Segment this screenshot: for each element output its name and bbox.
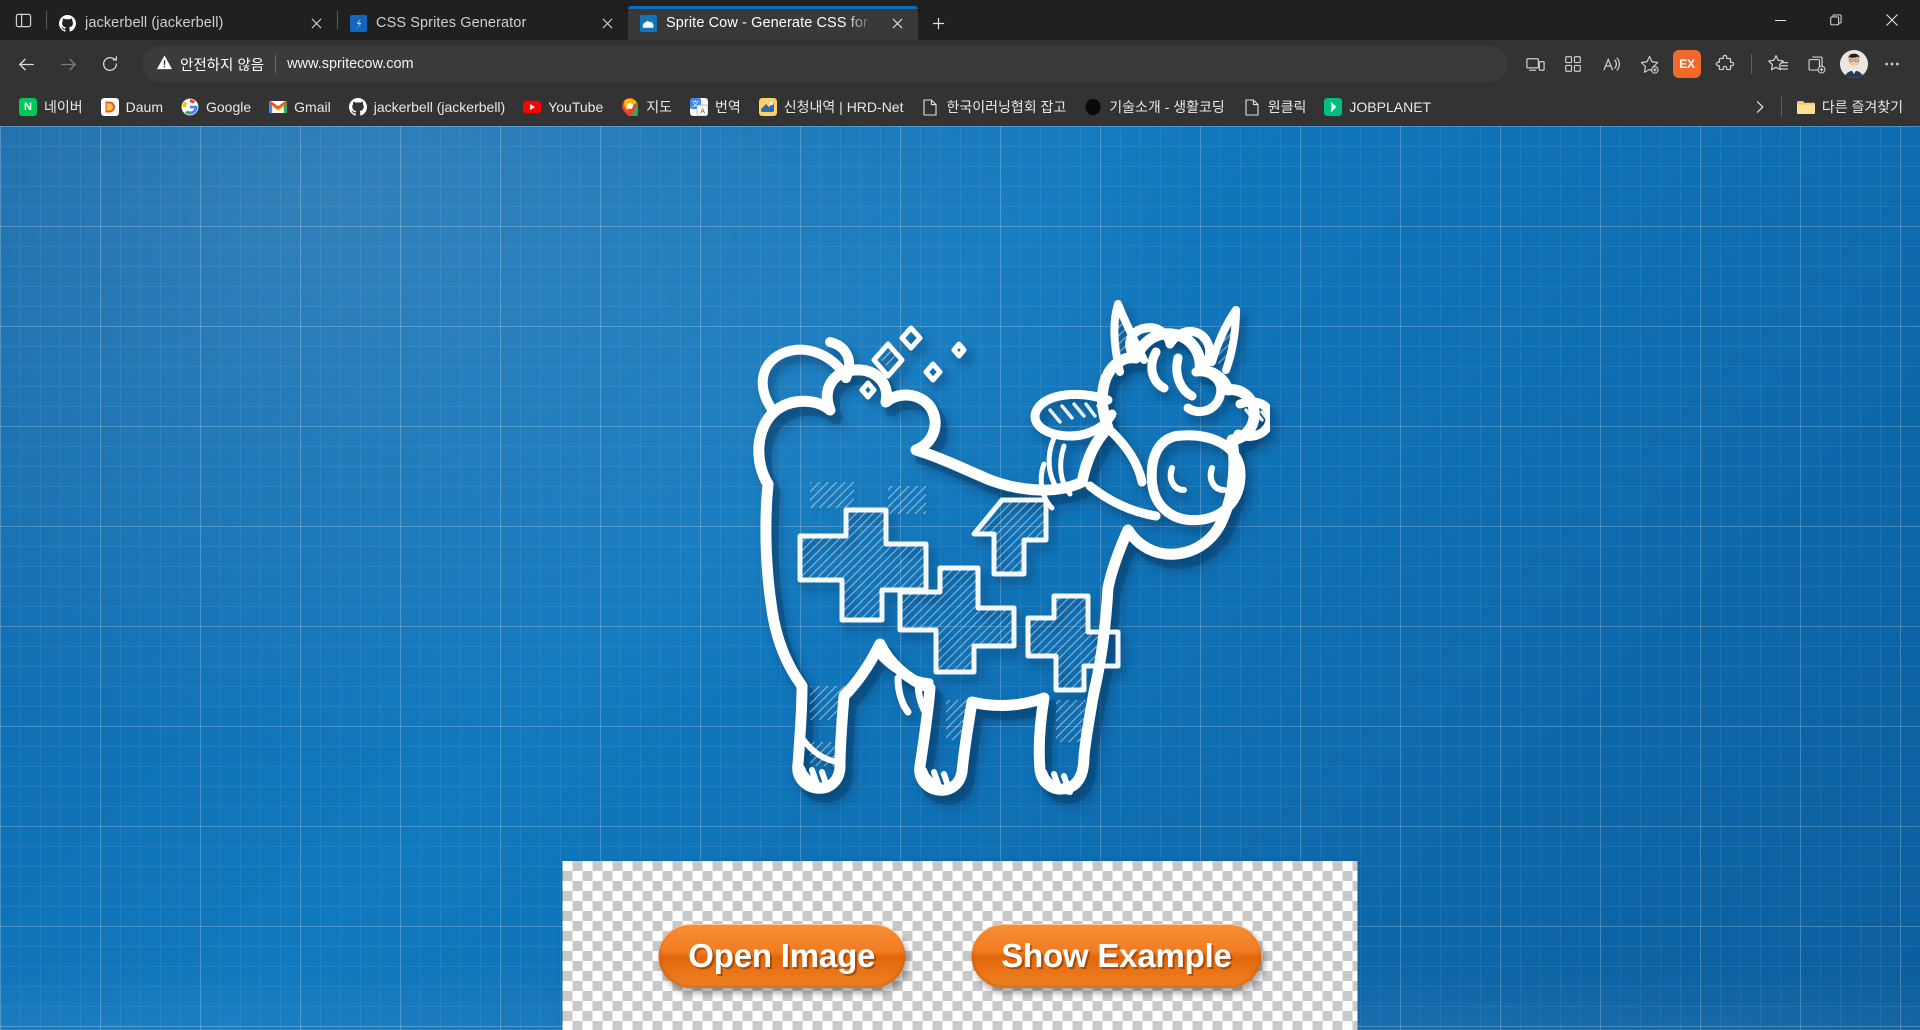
extensions-puzzle-icon[interactable] — [1707, 47, 1743, 81]
tab-title: Sprite Cow - Generate CSS for sp — [666, 15, 875, 31]
bookmark-label: 번역 — [715, 99, 741, 115]
show-example-button[interactable]: Show Example — [971, 924, 1262, 988]
extension-ex-badge[interactable]: EX — [1669, 47, 1705, 81]
bookmark-label: 원클릭 — [1267, 99, 1307, 115]
bookmark-label: YouTube — [548, 99, 604, 115]
gmail-icon — [269, 98, 288, 116]
browser-titlebar: jackerbell (jackerbell) CSS Sprites Gene… — [0, 0, 1920, 40]
browser-tab-2[interactable]: CSS Sprites Generator — [338, 6, 628, 40]
bookmark-label: JOBPLANET — [1349, 99, 1432, 115]
navigation-toolbar: 안전하지 않음 www.spritecow.com EX — [0, 40, 1920, 88]
tab-close-button[interactable] — [594, 10, 620, 36]
youtube-icon — [523, 98, 542, 116]
browser-tab-1[interactable]: jackerbell (jackerbell) — [47, 6, 337, 40]
profile-avatar[interactable] — [1836, 47, 1872, 81]
bookmark-gmail[interactable]: Gmail — [260, 94, 340, 120]
add-favorite-icon[interactable] — [1631, 47, 1667, 81]
google-maps-icon — [621, 98, 639, 116]
page-viewport: Open Image Show Example Github | Bug/fea… — [0, 126, 1920, 1030]
folder-icon — [1796, 98, 1815, 116]
maximize-restore-button[interactable] — [1808, 0, 1864, 40]
svg-text:A: A — [700, 107, 705, 116]
jobplanet-icon — [1324, 98, 1343, 116]
bookmark-jobplanet[interactable]: JOBPLANET — [1315, 94, 1440, 120]
bookmark-daum[interactable]: Daum — [92, 94, 172, 120]
other-favorites-label: 다른 즐겨찾기 — [1821, 99, 1903, 115]
collections-icon[interactable] — [1798, 47, 1834, 81]
open-image-button[interactable]: Open Image — [658, 924, 906, 988]
black-circle-icon — [1084, 98, 1102, 116]
bookmark-google[interactable]: Google — [172, 94, 260, 120]
omnibox-divider — [275, 55, 277, 73]
tab-actions-icon[interactable] — [0, 0, 46, 40]
avatar — [1840, 50, 1868, 78]
refresh-button[interactable] — [90, 46, 130, 82]
daum-icon — [100, 98, 119, 116]
bookmark-translate[interactable]: 文 A 번역 — [681, 93, 750, 121]
bookmark-label: jackerbell (jackerbell) — [373, 99, 506, 115]
bookmark-label: Google — [206, 99, 252, 115]
blueprint-cow-illustration — [650, 286, 1270, 846]
device-cast-icon[interactable] — [1517, 47, 1553, 81]
bookmark-elearning-jobgo[interactable]: 한국이러닝협회 잡고 — [912, 93, 1075, 121]
bookmark-label: 기술소개 - 생활코딩 — [1109, 99, 1225, 115]
page-document-icon — [1243, 98, 1261, 116]
google-translate-icon: 文 A — [690, 98, 708, 116]
security-indicator[interactable]: 안전하지 않음 — [156, 54, 264, 75]
read-aloud-icon[interactable] — [1593, 47, 1629, 81]
bookmarks-bar: N 네이버 Daum Google Gmail jackerbell (jack… — [0, 88, 1920, 126]
split-screen-icon[interactable] — [1555, 47, 1591, 81]
other-favorites-folder[interactable]: 다른 즐겨찾기 — [1788, 93, 1912, 121]
security-label: 안전하지 않음 — [180, 57, 265, 74]
bookmark-label: Daum — [125, 99, 163, 115]
tab-title: CSS Sprites Generator — [376, 15, 527, 31]
browser-tab-3-active[interactable]: Sprite Cow - Generate CSS for sp — [628, 6, 918, 40]
window-controls — [1752, 0, 1920, 40]
warning-triangle-icon — [156, 54, 173, 75]
bookmark-label: 네이버 — [44, 99, 83, 115]
bookmark-naver[interactable]: N 네이버 — [10, 93, 92, 121]
toolbar-divider — [1751, 54, 1752, 74]
bookmark-youtube[interactable]: YouTube — [514, 94, 612, 120]
sprite-canvas-area[interactable]: Open Image Show Example — [562, 861, 1358, 1030]
bookmark-label: Gmail — [294, 99, 331, 115]
bookmark-label: 한국이러닝협회 잡고 — [946, 99, 1067, 115]
new-tab-button[interactable] — [920, 6, 956, 40]
bookmark-hrdnet[interactable]: 신청내역 | HRD-Net — [750, 93, 913, 121]
back-button[interactable] — [6, 46, 46, 82]
toolbar-actions: EX — [1517, 47, 1910, 81]
tab-title: jackerbell (jackerbell) — [85, 15, 224, 31]
tab-strip: jackerbell (jackerbell) CSS Sprites Gene… — [47, 0, 1752, 40]
bookmark-oneclick[interactable]: 원클릭 — [1234, 93, 1316, 121]
extension-ex-label: EX — [1673, 50, 1701, 78]
favorites-icon[interactable] — [1760, 47, 1796, 81]
bookmarks-overflow: 다른 즐겨찾기 — [1745, 92, 1912, 122]
close-window-button[interactable] — [1864, 0, 1920, 40]
bookmark-maps[interactable]: 지도 — [612, 93, 681, 121]
bookmarks-divider — [1780, 97, 1782, 117]
css-sprites-icon — [350, 14, 367, 32]
tab-close-button[interactable] — [884, 10, 910, 36]
address-bar[interactable]: 안전하지 않음 www.spritecow.com — [142, 46, 1507, 82]
github-icon — [348, 98, 367, 116]
page-document-icon — [921, 98, 939, 116]
naver-icon: N — [19, 98, 37, 116]
bookmark-label: 지도 — [646, 99, 672, 115]
google-icon — [181, 98, 199, 116]
spritecow-icon — [640, 14, 657, 32]
site-content-panel: Open Image Show Example Github | Bug/fea… — [562, 861, 1358, 1030]
tab-close-button[interactable] — [303, 10, 329, 36]
bookmark-opentutorials[interactable]: 기술소개 - 생활코딩 — [1075, 93, 1233, 121]
github-icon — [59, 14, 76, 32]
url-text[interactable]: www.spritecow.com — [287, 56, 1501, 72]
chevron-right-icon[interactable] — [1745, 92, 1775, 122]
bookmark-github[interactable]: jackerbell (jackerbell) — [340, 94, 515, 120]
forward-button[interactable] — [48, 46, 88, 82]
hrdnet-icon — [758, 98, 777, 116]
bookmark-label: 신청내역 | HRD-Net — [783, 99, 904, 115]
settings-more-icon[interactable] — [1874, 47, 1910, 81]
minimize-button[interactable] — [1752, 0, 1808, 40]
